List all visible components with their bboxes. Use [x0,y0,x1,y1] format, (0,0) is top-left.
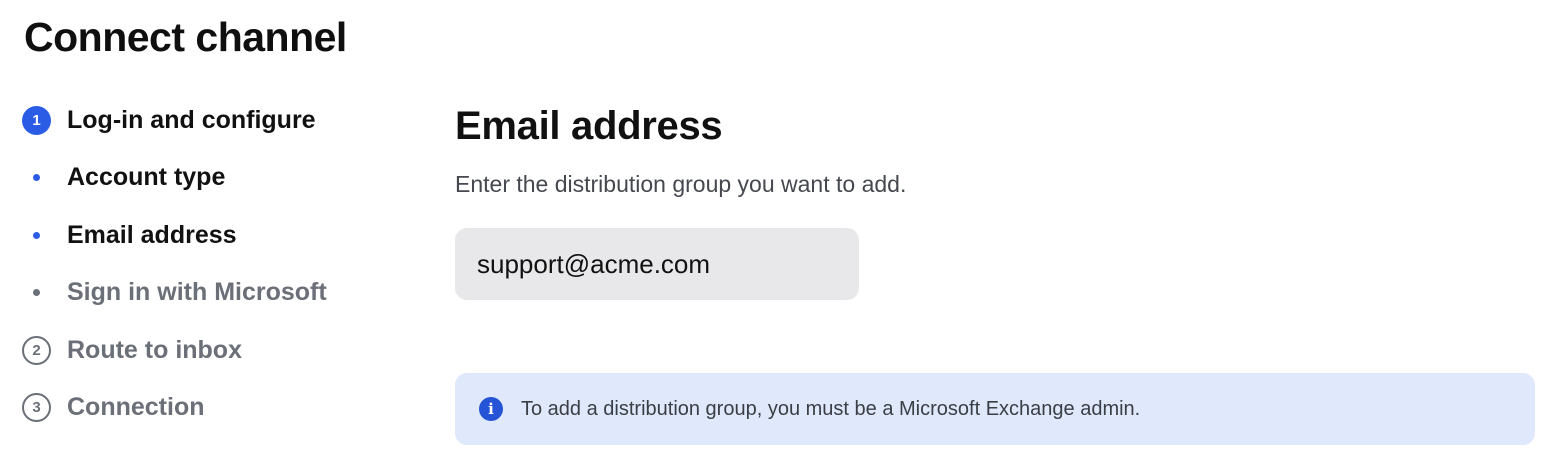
step-label: Email address [67,220,237,249]
substep-sign-in-with-microsoft[interactable]: Sign in with Microsoft [22,273,422,313]
page-title: Connect channel [24,14,347,60]
step-number-2: 2 [22,335,51,365]
step-number-badge: 2 [22,335,51,365]
step-number-badge: 1 [22,105,51,135]
step-label: Log-in and configure [67,105,316,134]
step-number-badge: 3 [22,393,51,423]
step-login-and-configure[interactable]: 1 Log-in and configure [22,100,422,140]
step-label: Route to inbox [67,335,242,364]
step-connection[interactable]: 3 Connection [22,388,422,428]
setup-stepper: 1 Log-in and configure Account type Emai… [22,100,422,446]
step-number-1: 1 [22,105,51,135]
step-label: Connection [67,393,205,422]
substep-email-address[interactable]: Email address [22,215,422,255]
email-address-input[interactable] [455,228,859,300]
substep-marker [22,221,51,250]
step-label: Account type [67,163,226,192]
substep-marker [22,163,51,192]
step-number-3: 3 [22,393,51,423]
completed-dot-icon [33,174,40,182]
info-icon: i [479,397,503,421]
current-dot-icon [33,231,40,239]
substep-account-type[interactable]: Account type [22,158,422,198]
section-description: Enter the distribution group you want to… [455,171,907,197]
info-banner-text: To add a distribution group, you must be… [521,397,1141,420]
substep-marker [22,278,51,307]
section-heading: Email address [455,104,723,148]
step-label: Sign in with Microsoft [67,278,327,307]
connect-channel-page: Connect channel 1 Log-in and configure A… [0,0,1554,476]
pending-dot-icon [33,289,40,297]
email-address-section: Email address Enter the distribution gro… [455,104,1535,300]
step-route-to-inbox[interactable]: 2 Route to inbox [22,330,422,370]
info-banner: i To add a distribution group, you must … [455,373,1535,445]
